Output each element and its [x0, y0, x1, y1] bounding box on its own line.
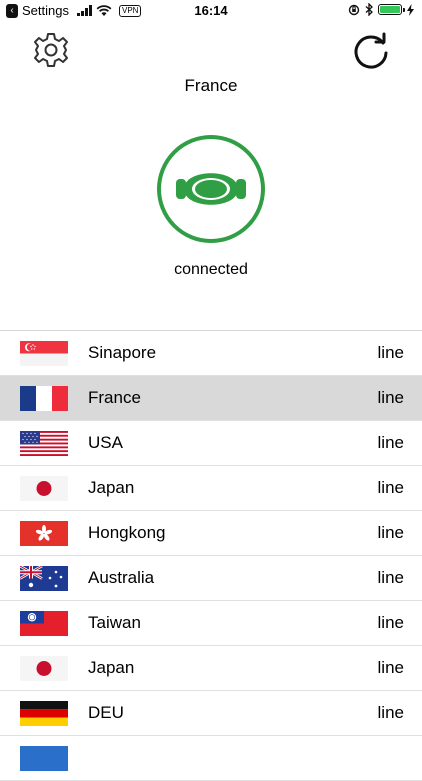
refresh-button[interactable]	[352, 31, 392, 71]
server-status: line	[377, 388, 404, 407]
server-status: line	[377, 343, 404, 362]
japan-flag-icon	[20, 476, 68, 501]
server-row-taiwan[interactable]: Taiwan line	[0, 601, 422, 646]
server-status: line	[377, 703, 404, 722]
server-row-singapore[interactable]: Sinapore line	[0, 331, 422, 376]
usa-flag-icon	[20, 431, 68, 456]
server-name: USA	[88, 433, 123, 452]
server-name: Australia	[88, 568, 155, 587]
server-row-partial[interactable]	[0, 736, 422, 781]
connection-status-text: connected	[174, 261, 248, 278]
status-bar: ‹ Settings VPN 16:14	[0, 0, 422, 24]
server-list: Sinapore line France line USA line Japan…	[0, 330, 422, 781]
server-row-france[interactable]: France line	[0, 376, 422, 421]
server-name: Hongkong	[88, 523, 166, 542]
germany-flag-icon	[20, 701, 68, 726]
server-status: line	[377, 523, 404, 542]
refresh-icon	[354, 32, 388, 69]
settings-button[interactable]	[32, 31, 70, 69]
server-row-germany[interactable]: DEU line	[0, 691, 422, 736]
server-status: line	[377, 568, 404, 587]
connect-toggle-button[interactable]	[156, 134, 266, 244]
server-name: DEU	[88, 703, 124, 722]
gear-icon	[34, 33, 68, 67]
server-row-hongkong[interactable]: Hongkong line	[0, 511, 422, 556]
selected-country-title: France	[184, 76, 238, 95]
bluetooth-icon	[365, 3, 373, 16]
server-row-japan[interactable]: Japan line	[0, 466, 422, 511]
server-row-australia[interactable]: Australia line	[0, 556, 422, 601]
australia-flag-icon	[20, 566, 68, 591]
charging-bolt-icon	[407, 3, 414, 16]
server-row-japan-2[interactable]: Japan line	[0, 646, 422, 691]
server-status: line	[377, 478, 404, 497]
japan-flag-icon	[20, 656, 68, 681]
singapore-flag-icon	[20, 341, 68, 366]
server-name: Sinapore	[88, 343, 157, 362]
status-right	[348, 3, 414, 16]
server-status: line	[377, 613, 404, 632]
hongkong-flag-icon	[20, 521, 68, 546]
server-name: Taiwan	[88, 613, 141, 632]
vpn-connection-icon	[157, 135, 265, 243]
rotation-lock-icon	[348, 4, 360, 15]
server-name: France	[88, 388, 141, 407]
server-status: line	[377, 658, 404, 677]
taiwan-flag-icon	[20, 611, 68, 636]
battery-icon	[378, 4, 405, 15]
server-row-usa[interactable]: USA line	[0, 421, 422, 466]
server-name: Japan	[88, 478, 135, 497]
france-flag-icon	[20, 386, 68, 411]
server-status: line	[377, 433, 404, 452]
server-name: Japan	[88, 658, 135, 677]
